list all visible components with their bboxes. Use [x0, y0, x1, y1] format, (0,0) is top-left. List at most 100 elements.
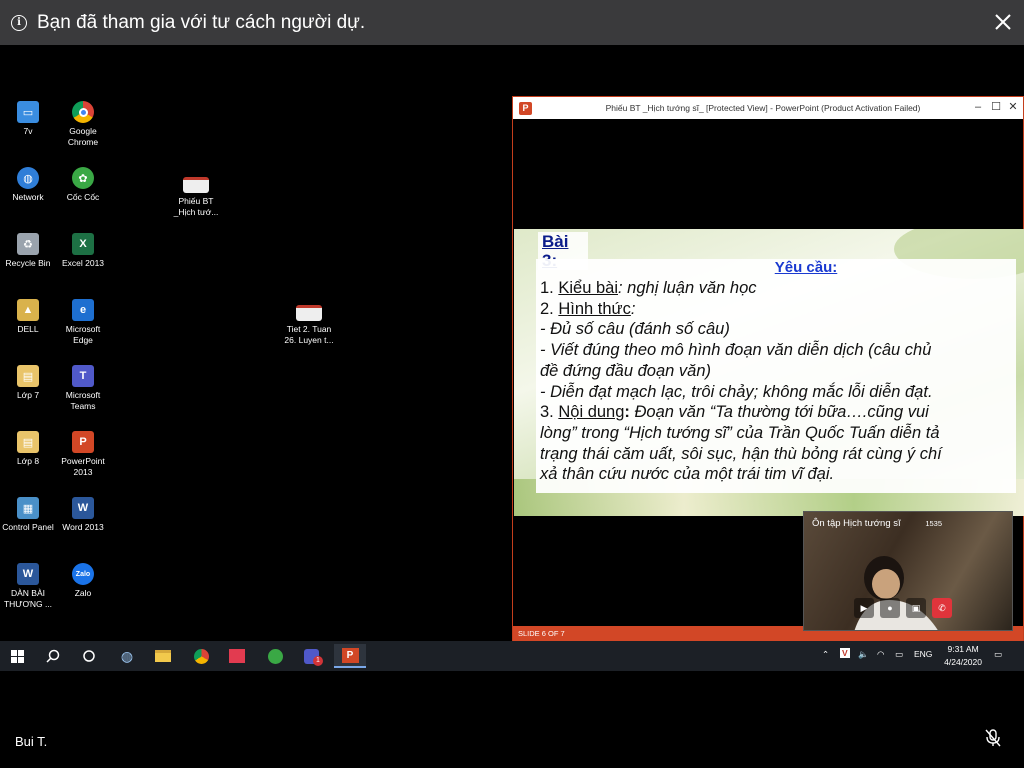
recycle-bin-icon: ♻: [17, 233, 39, 255]
shared-screen: ▭ 7v Google Chrome ◍ Network ✿ Cốc Cốc ♻…: [0, 45, 1024, 671]
join-notice-banner: i Bạn đã tham gia với tư cách người dự.: [0, 0, 1024, 45]
slide-line: lòng” trong “Hịch tướng sĩ” của Trần Quố…: [540, 423, 940, 442]
desktop-icon-teams[interactable]: T Microsoft Teams: [55, 365, 111, 412]
word-doc-icon: W: [17, 563, 39, 585]
share-screen-icon[interactable]: ▣: [906, 598, 926, 618]
globe-icon: ◍: [120, 647, 134, 664]
info-icon: i: [11, 14, 27, 31]
slide-line: xả thân cứu nước của một trái tim vĩ đại…: [540, 465, 835, 484]
taskbar-app-explorer[interactable]: [150, 644, 176, 668]
ppt-titlebar[interactable]: P Phiếu BT _Hịch tướng sĩ_ [Protected Vi…: [513, 97, 1023, 119]
powerpoint-icon: P: [72, 431, 94, 453]
coccoc-icon: [267, 648, 283, 664]
desktop-icon-phieu-bt[interactable]: Phiếu BT _Hịch tướ...: [168, 177, 224, 218]
slide-line: 2. Hình thức:: [540, 299, 636, 318]
powerpoint-icon: P: [341, 647, 359, 663]
desktop-icon-control-panel[interactable]: ▦ Control Panel: [0, 497, 56, 533]
taskbar-app-ribbon[interactable]: [224, 644, 250, 668]
slide-line: - Diễn đạt mạch lạc, trôi chảy; không mắ…: [540, 382, 933, 401]
taskbar-app-powerpoint[interactable]: P: [334, 644, 366, 668]
chrome-icon: [193, 648, 209, 664]
excel-icon: X: [72, 233, 94, 255]
participant-name: Bui T.: [15, 734, 48, 749]
taskbar-app-teams[interactable]: 1: [298, 644, 324, 668]
volume-icon[interactable]: 🔈: [858, 649, 869, 660]
chrome-icon: [72, 101, 94, 123]
slide-view[interactable]: Bài 3: Yêu cầu: 1. Kiểu bài: nghị luận v…: [514, 229, 1024, 516]
user-folder-icon: ▲: [17, 299, 39, 321]
mic-muted-icon[interactable]: [985, 729, 1001, 747]
slide-content: Yêu cầu: 1. Kiểu bài: nghị luận văn học …: [536, 259, 1016, 493]
hang-up-icon[interactable]: ✆: [932, 598, 952, 618]
desktop-icon-word[interactable]: W Word 2013: [55, 497, 111, 533]
desktop-icon-coccoc[interactable]: ✿ Cốc Cốc: [55, 167, 111, 203]
windows-icon: [10, 649, 24, 663]
network-icon: ◍: [17, 167, 39, 189]
desktop-icon-lop7[interactable]: ▤ Lớp 7: [0, 365, 56, 401]
taskbar-app-network[interactable]: ◍: [114, 644, 140, 668]
coccoc-icon: ✿: [72, 167, 94, 189]
grid-app-icon: [229, 649, 245, 663]
slide-line: - Viết đúng theo mô hình đoạn văn diễn d…: [540, 341, 932, 360]
desktop-icon-recycle-bin[interactable]: ♻ Recycle Bin: [0, 233, 56, 269]
desktop-icon-chrome[interactable]: Google Chrome: [55, 101, 111, 148]
desktop-icon-powerpoint[interactable]: P PowerPoint 2013: [55, 431, 111, 478]
desktop-icon-excel[interactable]: X Excel 2013: [55, 233, 111, 269]
desktop-icon-edge[interactable]: e Microsoft Edge: [55, 299, 111, 346]
cortana-button[interactable]: [76, 644, 102, 668]
windows-taskbar: ◍ 1 P ⌃ V 🔈 ◠ ▭ ENG 9:31 AM 4/24/2020 ▭: [0, 641, 1024, 671]
close-button[interactable]: ✕: [1006, 100, 1020, 114]
taskbar-app-chrome[interactable]: [188, 644, 214, 668]
document-icon: [183, 177, 209, 193]
notification-icon[interactable]: ▭: [994, 649, 1002, 660]
search-icon: [46, 649, 60, 663]
taskbar-app-coccoc[interactable]: [262, 644, 288, 668]
minimize-button[interactable]: –: [971, 100, 985, 114]
start-button[interactable]: [4, 644, 30, 668]
desktop-icon-zalo[interactable]: Zalo Zalo: [55, 563, 111, 599]
taskbar-clock[interactable]: 9:31 AM 4/24/2020: [944, 643, 982, 669]
video-count: 1535: [925, 519, 942, 528]
antivirus-icon[interactable]: V: [840, 648, 850, 658]
zalo-icon: Zalo: [72, 563, 94, 585]
powerpoint-icon: P: [519, 101, 532, 115]
folder-icon: [155, 650, 171, 662]
desktop-icon-network[interactable]: ◍ Network: [0, 167, 56, 203]
desktop-icon-7v[interactable]: ▭ 7v: [0, 101, 56, 137]
document-icon: [296, 305, 322, 321]
input-language[interactable]: ENG: [914, 649, 932, 659]
video-controls: ▶ ● ▣ ✆: [854, 598, 964, 620]
desktop-icon-dell[interactable]: ▲ DELL: [0, 299, 56, 335]
slide-line: trạng thái căm uất, sôi sục, hận thù bỏn…: [540, 444, 942, 463]
meeting-video-thumbnail[interactable]: Ôn tập Hịch tướng sĩ 1535 ▶ ● ▣ ✆: [803, 511, 1013, 631]
computer-icon: ▭: [17, 101, 39, 123]
slide-line: 3. Nội dung: Đoạn văn “Ta thường tới bữa…: [540, 403, 929, 422]
notification-badge: 1: [313, 656, 323, 666]
wifi-icon[interactable]: ◠: [877, 649, 884, 660]
maximize-button[interactable]: ☐: [989, 100, 1003, 114]
slide-line: - Đủ số câu (đánh số câu): [540, 320, 730, 339]
slide-number: SLIDE 6 OF 7: [518, 629, 565, 638]
folder-icon: ▤: [17, 431, 39, 453]
camera-icon[interactable]: ▶: [854, 598, 874, 618]
teams-icon: T: [72, 365, 94, 387]
mic-icon[interactable]: ●: [880, 598, 900, 618]
desktop-icon-dan-bai[interactable]: W DÀN BÀI THƯƠNG ...: [0, 563, 56, 610]
cortana-icon: [83, 650, 95, 662]
edge-icon: e: [72, 299, 94, 321]
control-panel-icon: ▦: [17, 497, 39, 519]
folder-icon: ▤: [17, 365, 39, 387]
battery-icon[interactable]: ▭: [895, 649, 903, 660]
search-button[interactable]: [40, 644, 66, 668]
desktop-icon-lop8[interactable]: ▤ Lớp 8: [0, 431, 56, 467]
slide-subheading: Yêu cầu:: [774, 259, 838, 276]
banner-message: Bạn đã tham gia với tư cách người dự.: [37, 11, 366, 33]
slide-line: 1. Kiểu bài: nghị luận văn học: [540, 279, 757, 297]
slide-line: đề đứng đầu đoạn văn): [540, 361, 712, 380]
video-title: Ôn tập Hịch tướng sĩ: [812, 518, 901, 529]
word-icon: W: [72, 497, 94, 519]
ppt-title: Phiếu BT _Hịch tướng sĩ_ [Protected View…: [605, 103, 921, 113]
chevron-up-icon[interactable]: ⌃: [822, 649, 829, 660]
desktop-icon-tiet2[interactable]: Tiet 2. Tuan 26. Luyen t...: [281, 305, 337, 346]
close-icon[interactable]: [992, 11, 1014, 33]
